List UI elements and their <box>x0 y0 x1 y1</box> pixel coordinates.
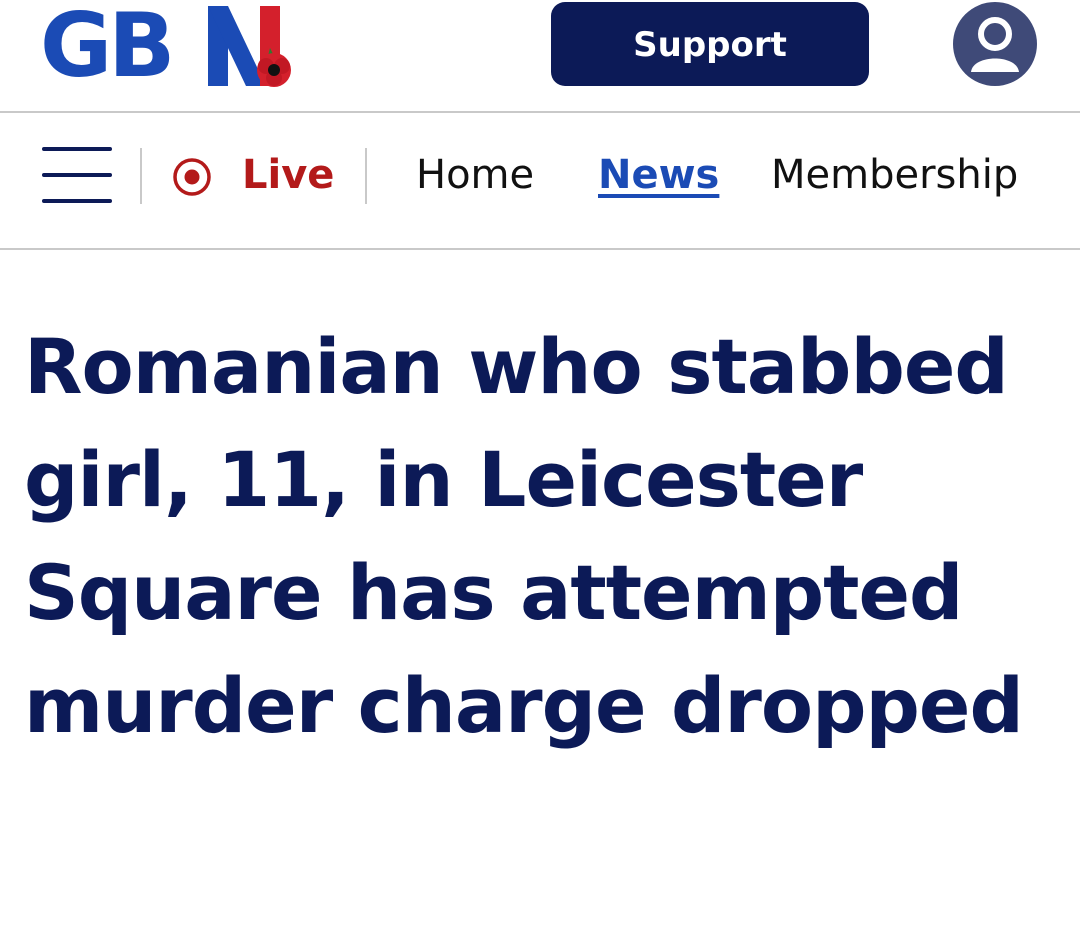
live-label: Live <box>242 152 335 198</box>
hamburger-menu-icon[interactable] <box>42 147 112 205</box>
user-avatar-icon[interactable] <box>953 2 1037 86</box>
nav-separator <box>140 148 142 204</box>
live-record-icon <box>173 158 211 196</box>
gb-news-logo[interactable]: GB <box>40 0 291 97</box>
poppy-icon <box>257 48 291 87</box>
nav-item-home[interactable]: Home <box>416 143 534 207</box>
nav-separator <box>365 148 367 204</box>
article-headline: Romanian who stabbed girl, 11, in Leices… <box>24 322 1024 750</box>
nav-item-membership[interactable]: Membership <box>771 143 1018 207</box>
support-button[interactable]: Support <box>551 2 869 86</box>
logo-text: GB <box>40 0 175 97</box>
site-header: GB Support <box>0 0 1080 111</box>
nav-item-news[interactable]: News <box>598 143 719 207</box>
main-nav: Live Home News Membership <box>0 113 1080 248</box>
nav-divider <box>0 248 1080 250</box>
